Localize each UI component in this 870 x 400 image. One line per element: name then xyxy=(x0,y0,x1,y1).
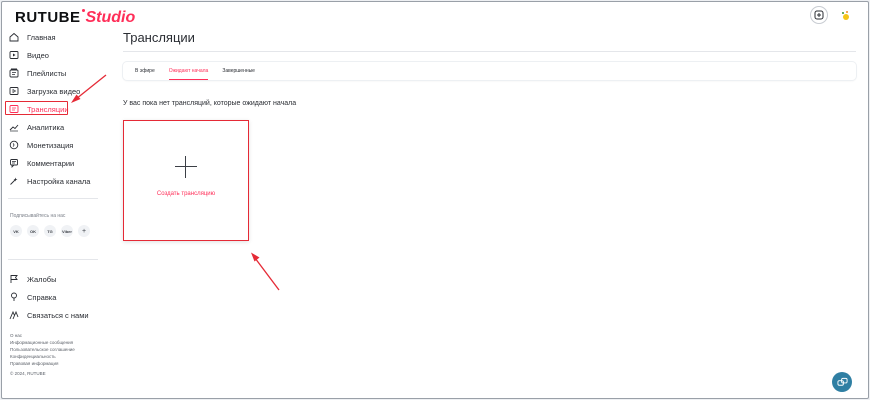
social-label: VK xyxy=(13,228,19,234)
playlist-icon xyxy=(8,67,20,79)
sidebar-item-playlists[interactable]: Плейлисты xyxy=(2,64,102,82)
tab-completed[interactable]: Завершенные xyxy=(222,68,255,74)
sidebar-item-channel-settings[interactable]: Настройка канала xyxy=(2,172,102,190)
video-icon xyxy=(8,49,20,61)
upload-icon xyxy=(8,85,20,97)
contact-icon xyxy=(8,309,20,321)
annotation-highlight-sidebar xyxy=(5,101,68,115)
app-window: RUTUBE Studio Главная Видео Плейлисты За… xyxy=(1,1,869,399)
sidebar-item-label: Главная xyxy=(27,32,56,42)
follow-label: Подписывайтесь на нас xyxy=(10,213,66,219)
annotation-arrow-card xyxy=(251,252,280,291)
tab-live[interactable]: В эфире xyxy=(135,68,155,74)
empty-state-message: У вас пока нет трансляций, которые ожида… xyxy=(123,100,297,107)
telegram-icon[interactable]: TG xyxy=(44,225,56,237)
sidebar-item-complaints[interactable]: Жалобы xyxy=(2,270,102,288)
footer-links: О нас Информационные сообщения Пользоват… xyxy=(2,332,102,377)
sidebar-divider xyxy=(8,198,98,199)
logo-dot xyxy=(81,9,85,12)
sidebar-item-analytics[interactable]: Аналитика xyxy=(2,118,102,136)
footer-link-user-agreement[interactable]: Пользовательское соглашение xyxy=(10,346,102,353)
title-divider xyxy=(123,51,856,52)
annotation-highlight-card xyxy=(123,120,249,241)
monetization-icon xyxy=(8,139,20,151)
logo-secondary: Studio xyxy=(85,9,136,26)
sidebar-item-label: Жалобы xyxy=(27,274,57,284)
sidebar-item-label: Настройка канала xyxy=(27,176,91,186)
page-title: Трансляции xyxy=(123,30,195,45)
upload-button[interactable] xyxy=(810,6,828,24)
avatar[interactable] xyxy=(836,6,854,24)
sidebar-divider xyxy=(8,259,98,260)
social-label: TG xyxy=(47,228,53,234)
sidebar-item-contact[interactable]: Связаться с нами xyxy=(2,306,102,324)
create-broadcast-card[interactable]: Создать трансляцию xyxy=(123,120,249,241)
sidebar-item-help[interactable]: Справка xyxy=(2,288,102,306)
analytics-icon xyxy=(8,121,20,133)
sidebar-item-label: Аналитика xyxy=(27,122,65,132)
ok-icon[interactable]: OK xyxy=(27,225,39,237)
footer-link-privacy[interactable]: Конфиденциальность xyxy=(10,353,102,360)
vk-icon[interactable]: VK xyxy=(10,225,22,237)
help-icon xyxy=(8,291,20,303)
main-content: Трансляции В эфире Ожидают начала Заверш… xyxy=(123,28,856,241)
header-actions xyxy=(810,6,854,24)
comments-icon xyxy=(8,157,20,169)
sidebar-item-label: Справка xyxy=(27,292,57,302)
copyright: © 2024, RUTUBE xyxy=(10,371,46,376)
footer-link-info-messages[interactable]: Информационные сообщения xyxy=(10,339,102,346)
footer-link-legal[interactable]: Правовая информация xyxy=(10,360,102,367)
sidebar-item-label: Связаться с нами xyxy=(27,310,89,320)
footer-link-about[interactable]: О нас xyxy=(10,332,102,339)
sidebar-item-label: Видео xyxy=(27,50,49,60)
sidebar-item-label: Монетизация xyxy=(27,140,74,150)
sidebar-item-comments[interactable]: Комментарии xyxy=(2,154,102,172)
sidebar-item-broadcasts[interactable]: Трансляции xyxy=(2,100,102,118)
chat-icon xyxy=(836,377,848,386)
sidebar-item-label: Загрузка видео xyxy=(27,86,81,96)
avatar-icon xyxy=(842,11,849,20)
tab-upcoming[interactable]: Ожидают начала xyxy=(168,68,208,80)
sidebar-item-home[interactable]: Главная xyxy=(2,28,102,46)
social-label: Viber xyxy=(62,228,72,234)
support-chat-button[interactable] xyxy=(832,372,852,392)
social-label: OK xyxy=(30,228,36,234)
broadcast-tabs: В эфире Ожидают начала Завершенные xyxy=(123,62,856,80)
sidebar-item-label: Плейлисты xyxy=(27,68,67,78)
logo-primary: RUTUBE xyxy=(15,9,81,26)
plus-icon xyxy=(175,156,197,178)
viber-icon[interactable]: Viber xyxy=(61,225,73,237)
social-label: + xyxy=(81,227,87,235)
flag-icon xyxy=(8,273,20,285)
support-links: Жалобы Справка Связаться с нами xyxy=(2,270,102,324)
sidebar-item-video[interactable]: Видео xyxy=(2,46,102,64)
sidebar: Главная Видео Плейлисты Загрузка видео Т… xyxy=(2,28,102,377)
settings-icon xyxy=(8,175,20,187)
more-socials-button[interactable]: + xyxy=(78,225,90,237)
sidebar-item-label: Комментарии xyxy=(27,158,75,168)
social-links: VK OK TG Viber + xyxy=(2,225,102,237)
home-icon xyxy=(8,31,20,43)
plus-square-icon xyxy=(814,10,824,20)
sidebar-item-monetization[interactable]: Монетизация xyxy=(2,136,102,154)
rutube-studio-logo[interactable]: RUTUBE Studio xyxy=(15,9,136,26)
sidebar-item-upload[interactable]: Загрузка видео xyxy=(2,82,102,100)
